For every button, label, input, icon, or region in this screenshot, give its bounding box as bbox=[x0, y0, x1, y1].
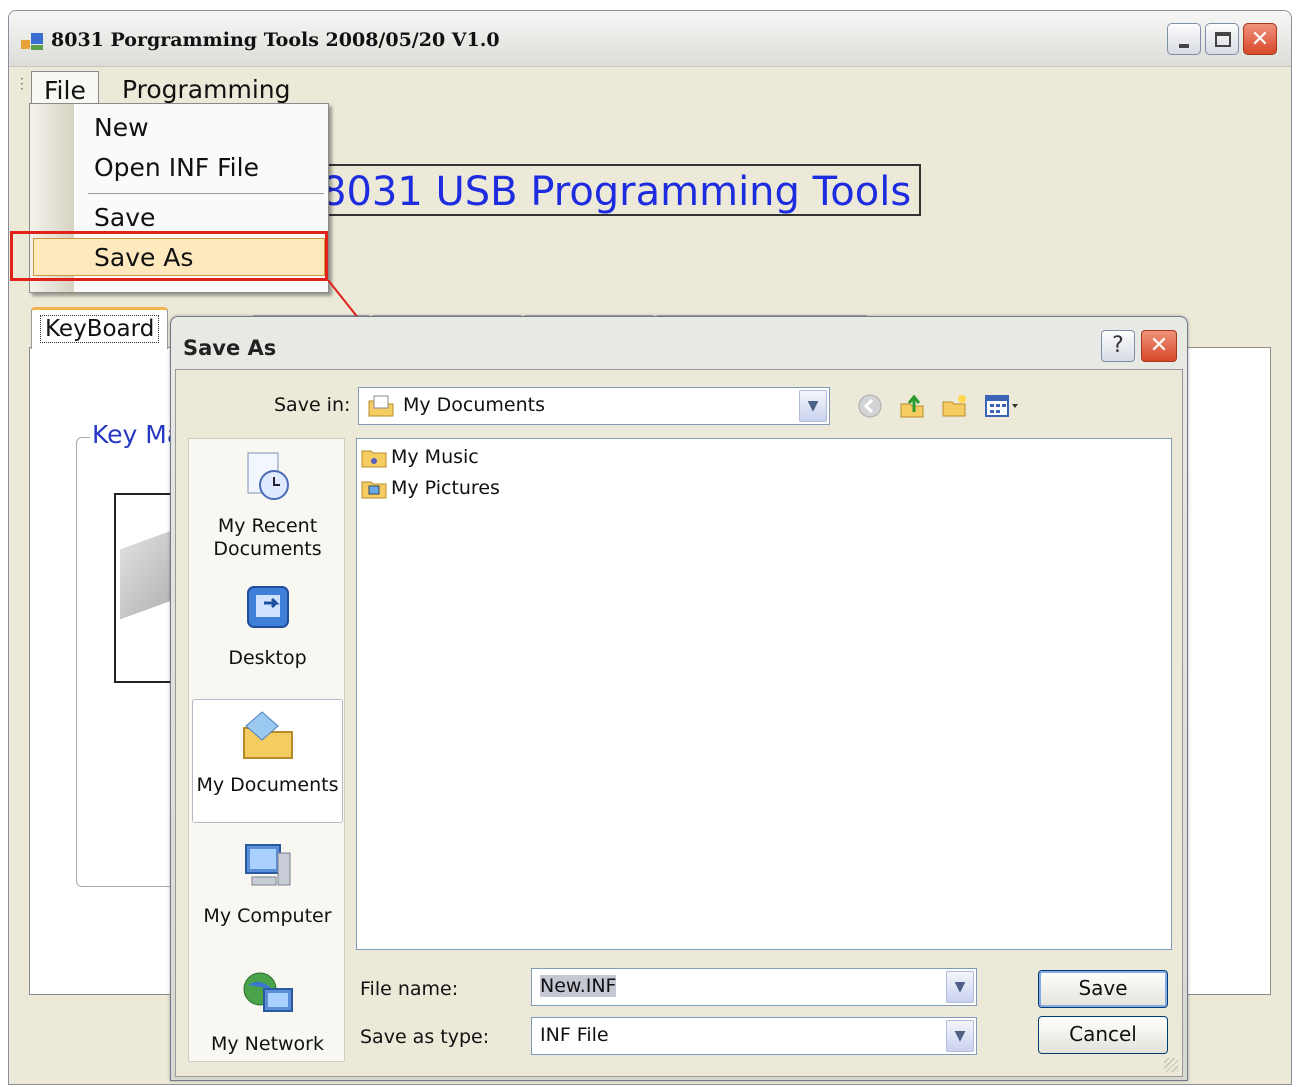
place-label-recent: My Recent Documents bbox=[213, 515, 322, 560]
menu-item-save-as[interactable]: Save As bbox=[94, 243, 193, 272]
file-name-value: New.INF bbox=[540, 975, 617, 997]
minimize-button[interactable] bbox=[1167, 23, 1201, 55]
title-bar[interactable]: 8031 Porgramming Tools 2008/05/20 V1.0 ✕ bbox=[9, 11, 1291, 67]
dialog-title: Save As bbox=[183, 336, 277, 360]
place-my-documents[interactable]: My Documents bbox=[192, 699, 343, 823]
place-my-network[interactable]: My Network bbox=[189, 967, 346, 1056]
save-in-label: Save in: bbox=[274, 394, 351, 416]
cancel-button[interactable]: Cancel bbox=[1038, 1016, 1168, 1054]
close-icon: ✕ bbox=[1250, 26, 1270, 52]
place-label-my-network: My Network bbox=[210, 1033, 324, 1055]
place-label-desktop: Desktop bbox=[228, 647, 307, 669]
new-folder-icon[interactable] bbox=[940, 392, 968, 420]
app-banner: 8031 USB Programming Tools bbox=[319, 164, 921, 216]
my-documents-icon bbox=[242, 711, 293, 759]
pictures-folder-icon bbox=[361, 481, 387, 499]
menu-programming[interactable]: Programming bbox=[110, 71, 303, 104]
dialog-close-button[interactable]: ✕ bbox=[1141, 330, 1177, 362]
save-button[interactable]: Save bbox=[1038, 970, 1168, 1008]
save-in-value: My Documents bbox=[403, 394, 546, 416]
back-icon[interactable] bbox=[856, 392, 884, 420]
file-menu-dropdown: New Open INF File Save Save As bbox=[29, 103, 329, 293]
my-documents-small-icon bbox=[368, 395, 394, 417]
place-recent-documents[interactable]: My Recent Documents bbox=[189, 449, 346, 561]
view-menu-icon[interactable] bbox=[984, 392, 1020, 420]
maximize-button[interactable] bbox=[1205, 23, 1239, 55]
place-label-my-computer: My Computer bbox=[203, 905, 332, 927]
help-button[interactable]: ? bbox=[1101, 330, 1135, 362]
menu-item-new[interactable]: New bbox=[94, 113, 149, 142]
chevron-down-icon[interactable]: ▼ bbox=[946, 971, 974, 1003]
window-title: 8031 Porgramming Tools 2008/05/20 V1.0 bbox=[51, 29, 500, 51]
menu-bar: · · · File Programming bbox=[9, 69, 1291, 105]
desktop-icon bbox=[246, 586, 289, 628]
up-folder-icon[interactable] bbox=[898, 392, 926, 420]
save-type-label: Save as type: bbox=[360, 1026, 490, 1048]
save-type-value: INF File bbox=[540, 1024, 609, 1046]
file-name-field[interactable]: New.INF ▼ bbox=[531, 968, 977, 1006]
banner-text: 8031 USB Programming Tools bbox=[321, 169, 912, 215]
menu-grip-icon: · · · bbox=[20, 72, 24, 96]
file-name-my-music: My Music bbox=[391, 446, 479, 468]
menu-separator bbox=[88, 193, 324, 194]
file-name-label: File name: bbox=[360, 978, 459, 1000]
list-item[interactable]: My Pictures bbox=[361, 474, 500, 502]
place-label-my-documents: My Documents bbox=[196, 774, 339, 796]
menu-item-open-inf[interactable]: Open INF File bbox=[94, 153, 259, 182]
save-type-select[interactable]: INF File ▼ bbox=[531, 1017, 977, 1055]
chevron-down-icon[interactable]: ▼ bbox=[799, 390, 827, 422]
dialog-body: Save in: My Documents ▼ My Recent Docume… bbox=[175, 369, 1183, 1077]
app-icon bbox=[21, 33, 43, 50]
places-bar: My Recent Documents Desktop My Documents bbox=[188, 438, 345, 1062]
my-network-icon bbox=[243, 972, 293, 1012]
minimize-icon bbox=[1179, 44, 1189, 48]
save-as-dialog: Save As ? ✕ Save in: My Documents ▼ My R… bbox=[170, 316, 1188, 1081]
music-folder-icon bbox=[361, 450, 387, 468]
close-button[interactable]: ✕ bbox=[1243, 23, 1277, 55]
file-name-my-pictures: My Pictures bbox=[391, 477, 500, 499]
file-list[interactable]: My Music My Pictures bbox=[356, 438, 1172, 950]
menu-file[interactable]: File bbox=[31, 71, 99, 105]
tab-keyboard-label: KeyBoard bbox=[40, 315, 160, 343]
place-desktop[interactable]: Desktop bbox=[189, 581, 346, 670]
recent-documents-icon bbox=[247, 452, 289, 500]
tab-keyboard[interactable]: KeyBoard bbox=[31, 307, 169, 349]
save-in-select[interactable]: My Documents ▼ bbox=[358, 387, 830, 425]
list-item[interactable]: My Music bbox=[361, 443, 479, 471]
resize-grip-icon[interactable] bbox=[1164, 1058, 1178, 1072]
menu-item-save[interactable]: Save bbox=[94, 203, 155, 232]
my-computer-icon bbox=[244, 844, 290, 886]
place-my-computer[interactable]: My Computer bbox=[189, 839, 346, 928]
chevron-down-icon[interactable]: ▼ bbox=[946, 1020, 974, 1052]
maximize-icon bbox=[1215, 32, 1231, 47]
